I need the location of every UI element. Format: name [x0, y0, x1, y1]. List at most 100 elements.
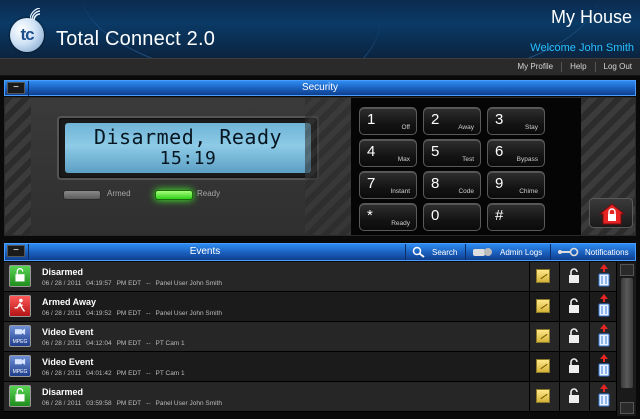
key-0-number: 0: [431, 207, 440, 224]
search-icon: [412, 246, 425, 258]
note-icon[interactable]: [536, 359, 550, 373]
column-divider: [529, 352, 530, 382]
key-7[interactable]: 7 Instant: [359, 171, 417, 199]
event-separator: --: [146, 370, 151, 377]
log-out-link[interactable]: Log Out: [594, 62, 640, 72]
key-6-function: Bypass: [516, 156, 538, 163]
key-8[interactable]: 8 Code: [423, 171, 481, 199]
scroll-up-button[interactable]: [620, 264, 634, 276]
event-title: Armed Away: [42, 297, 97, 307]
disarmed-event-icon: [9, 385, 31, 407]
notifications-label: Notifications: [585, 247, 629, 257]
key-8-number: 8: [431, 175, 440, 192]
note-icon[interactable]: [536, 269, 550, 283]
ready-indicator-light: [155, 190, 193, 200]
security-panel: Disarmed, Ready 15:19 Armed Ready 1 Off 2…: [4, 97, 636, 236]
disarmed-event-icon: [9, 265, 31, 287]
my-profile-link[interactable]: My Profile: [510, 62, 562, 72]
lock-icon[interactable]: [567, 388, 581, 404]
event-separator: --: [146, 280, 151, 287]
event-time: 04:01:42: [86, 370, 112, 377]
armed-indicator-light: [63, 190, 101, 200]
key-6[interactable]: 6 Bypass: [487, 139, 545, 167]
key-5[interactable]: 5 Test: [423, 139, 481, 167]
note-icon[interactable]: [536, 329, 550, 343]
notifications-button[interactable]: Notifications: [550, 244, 635, 260]
event-timezone: PM EDT: [116, 400, 142, 407]
armed-event-icon: [9, 295, 31, 317]
key-5-number: 5: [431, 143, 440, 160]
event-source: Panel User John Smith: [155, 280, 222, 287]
key-0[interactable]: 0: [423, 203, 481, 231]
video-event-icon: MPEG: [9, 355, 31, 377]
event-source: PT Cam 1: [155, 340, 185, 347]
key-3-number: 3: [495, 111, 504, 128]
event-timezone: PM EDT: [116, 310, 142, 317]
event-row[interactable]: MPEG Video Event 06 / 28 / 2011 04:01:42 P…: [4, 352, 616, 382]
key-7-number: 7: [367, 175, 376, 192]
header: tc Total Connect 2.0 My House Welcome Jo…: [0, 0, 640, 58]
key-7-function: Instant: [390, 188, 410, 195]
admin-logs-icon: [473, 248, 492, 256]
lcd-display: Disarmed, Ready 15:19: [65, 123, 311, 173]
column-divider: [529, 322, 530, 352]
event-separator: --: [146, 340, 151, 347]
column-divider: [559, 352, 560, 382]
key-1-function: Off: [401, 124, 410, 131]
events-scrollbar[interactable]: [616, 262, 636, 416]
key-star-symbol: *: [367, 207, 373, 224]
event-meta: 06 / 28 / 2011 04:19:52 PM EDT -- Panel User…: [42, 310, 227, 317]
key-star[interactable]: * Ready: [359, 203, 417, 231]
lock-icon[interactable]: [567, 268, 581, 284]
event-title: Disarmed: [42, 267, 84, 277]
event-date: 06 / 28 / 2011: [42, 340, 82, 347]
event-row[interactable]: MPEG Video Event 06 / 28 / 2011 04:12:04 P…: [4, 322, 616, 352]
trash-icon[interactable]: [597, 324, 611, 348]
scroll-down-button[interactable]: [620, 402, 634, 414]
armed-indicator-label: Armed: [107, 189, 131, 198]
security-panel-title: Security: [301, 82, 339, 93]
stripe-decoration-left: [5, 98, 31, 235]
event-row[interactable]: Disarmed 06 / 28 / 2011 04:19:57 PM EDT -- P…: [4, 262, 616, 292]
trash-icon[interactable]: [597, 384, 611, 408]
event-row[interactable]: Armed Away 06 / 28 / 2011 04:19:52 PM EDT -…: [4, 292, 616, 322]
note-icon[interactable]: [536, 299, 550, 313]
key-4[interactable]: 4 Max: [359, 139, 417, 167]
event-date: 06 / 28 / 2011: [42, 280, 82, 287]
column-divider: [589, 322, 590, 352]
event-row[interactable]: Disarmed 06 / 28 / 2011 03:59:58 PM EDT -- P…: [4, 382, 616, 412]
key-1[interactable]: 1 Off: [359, 107, 417, 135]
key-hash-symbol: #: [495, 207, 504, 224]
key-2[interactable]: 2 Away: [423, 107, 481, 135]
column-divider: [559, 382, 560, 412]
event-meta: 06 / 28 / 2011 04:19:57 PM EDT -- Panel User…: [42, 280, 227, 287]
trash-icon[interactable]: [597, 294, 611, 318]
lock-icon[interactable]: [567, 298, 581, 314]
note-icon[interactable]: [536, 389, 550, 403]
event-source: Panel User John Smith: [155, 400, 222, 407]
key-2-number: 2: [431, 111, 440, 128]
key-hash[interactable]: #: [487, 203, 545, 231]
column-divider: [559, 292, 560, 322]
trash-icon[interactable]: [597, 354, 611, 378]
lcd-time-text: 15:19: [159, 148, 217, 169]
search-events-button[interactable]: Search: [405, 244, 463, 260]
unlock-icon: [15, 268, 25, 282]
event-date: 06 / 28 / 2011: [42, 370, 82, 377]
top-nav: My Profile Help Log Out: [0, 58, 640, 76]
help-link[interactable]: Help: [561, 62, 594, 72]
lock-icon[interactable]: [567, 328, 581, 344]
event-title: Disarmed: [42, 387, 84, 397]
trash-icon[interactable]: [597, 264, 611, 288]
key-3[interactable]: 3 Stay: [487, 107, 545, 135]
scroll-thumb[interactable]: [621, 278, 633, 388]
event-timezone: PM EDT: [116, 340, 142, 347]
events-panel-title: Events: [189, 246, 221, 257]
key-9[interactable]: 9 Chime: [487, 171, 545, 199]
lock-icon[interactable]: [567, 358, 581, 374]
key-8-function: Code: [458, 188, 474, 195]
key-2-function: Away: [458, 124, 474, 131]
admin-logs-button[interactable]: Admin Logs: [465, 244, 548, 260]
column-divider: [589, 292, 590, 322]
lockdown-button[interactable]: [589, 198, 633, 228]
